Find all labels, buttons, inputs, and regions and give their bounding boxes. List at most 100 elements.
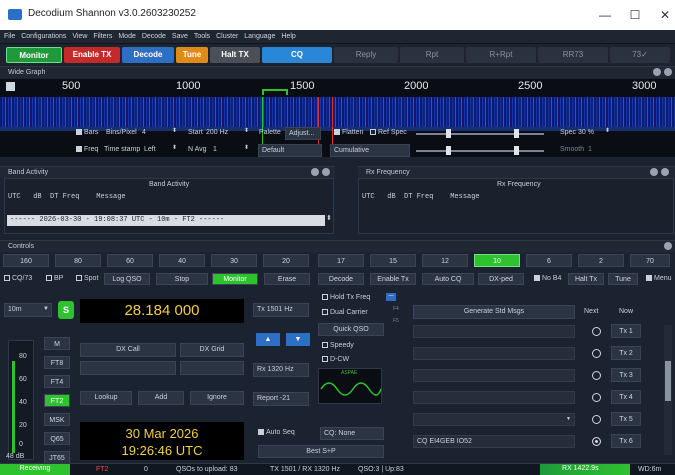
maximize-button[interactable]: ☐ xyxy=(620,5,650,25)
bp-checkbox[interactable]: BP xyxy=(46,275,63,282)
navg-value[interactable]: 1 xyxy=(213,146,217,153)
band-10-button[interactable]: 10 xyxy=(474,254,520,267)
close-panel-icon[interactable] xyxy=(661,168,669,176)
spot-checkbox[interactable]: Spot xyxy=(76,275,98,282)
tx5-message-select[interactable]: ▼ xyxy=(413,413,575,426)
spin-icon[interactable]: ⬍ xyxy=(244,144,249,151)
adjust-button[interactable]: Adjust... xyxy=(285,127,321,140)
cq-select[interactable]: CQ: None xyxy=(320,427,384,440)
decode-toggle-button[interactable]: Decode xyxy=(318,273,364,285)
enable-tx-button[interactable]: Enable TX xyxy=(64,47,120,63)
scroll-icon[interactable]: ⬍ xyxy=(326,214,332,222)
settings-icon[interactable] xyxy=(653,68,661,76)
smooth-value[interactable]: 1 xyxy=(588,146,592,153)
rpt-button[interactable]: Rpt xyxy=(400,47,464,63)
hold-tx-freq-checkbox[interactable]: Hold Tx Freq xyxy=(322,294,370,301)
generate-std-msgs-button[interactable]: Generate Std Msgs xyxy=(413,305,575,319)
enable-tx-toggle-button[interactable]: Enable Tx xyxy=(370,273,416,285)
tx1-next-radio[interactable] xyxy=(592,327,601,336)
dial-frequency-display[interactable]: 28.184 000 xyxy=(80,299,244,323)
tx2-now-button[interactable]: Tx 2 xyxy=(611,346,641,360)
menu-decode[interactable]: Decode xyxy=(142,30,166,43)
settings-icon[interactable] xyxy=(311,168,319,176)
start-value[interactable]: 200 Hz xyxy=(206,129,228,136)
add-button[interactable]: Add xyxy=(138,391,184,405)
menu-save[interactable]: Save xyxy=(172,30,188,43)
rr73-button[interactable]: RR73 xyxy=(538,47,608,63)
tx3-next-radio[interactable] xyxy=(592,371,601,380)
expand-icon[interactable] xyxy=(664,242,672,250)
dcw-checkbox[interactable]: D-CW xyxy=(322,356,349,363)
dx-call-input[interactable] xyxy=(80,361,176,375)
tx5-now-button[interactable]: Tx 5 xyxy=(611,412,641,426)
band-40-button[interactable]: 40 xyxy=(159,254,205,267)
reply-button[interactable]: Reply xyxy=(334,47,398,63)
rx-frequency-spinbox[interactable]: Rx 1320 Hz xyxy=(253,363,309,377)
log-qso-button[interactable]: Log QSO xyxy=(104,273,150,285)
no-b4-checkbox[interactable]: No B4 xyxy=(534,275,561,282)
timestamp-select[interactable]: Left xyxy=(144,146,156,153)
band-2-button[interactable]: 2 xyxy=(578,254,624,267)
tx4-next-radio[interactable] xyxy=(592,393,601,402)
band-6-button[interactable]: 6 xyxy=(526,254,572,267)
mode-ft8-button[interactable]: FT8 xyxy=(44,356,70,369)
erase-button[interactable]: Erase xyxy=(264,273,310,285)
minimize-icon[interactable]: — xyxy=(386,293,396,301)
bins-value[interactable]: 4 xyxy=(142,129,146,136)
tx1-message-input[interactable] xyxy=(413,325,575,338)
band-30-button[interactable]: 30 xyxy=(211,254,257,267)
s73-button[interactable]: 73✓ xyxy=(610,47,670,63)
tx-frequency-spinbox[interactable]: Tx 1501 Hz xyxy=(253,303,309,317)
mode-msk-button[interactable]: MSK xyxy=(44,413,70,426)
bars-checkbox[interactable]: Bars xyxy=(76,129,98,136)
ruler-handle-icon[interactable] xyxy=(6,82,15,91)
band-20-button[interactable]: 20 xyxy=(263,254,309,267)
ref-spec-checkbox[interactable]: Ref Spec xyxy=(370,129,407,136)
quick-qso-button[interactable]: Quick QSO xyxy=(318,323,384,336)
tx6-message-input[interactable]: CQ EI4GEB IO52 xyxy=(413,435,575,448)
palette-select[interactable]: Default xyxy=(258,144,322,157)
mode-ft2-button[interactable]: FT2 xyxy=(44,394,70,407)
monitor-button[interactable]: Monitor xyxy=(6,47,62,63)
band-15-button[interactable]: 15 xyxy=(370,254,416,267)
spin-icon[interactable]: ⬍ xyxy=(172,144,177,151)
mode-m-button[interactable]: M xyxy=(44,337,70,350)
controls-scrollbar[interactable] xyxy=(664,325,672,455)
stop-button[interactable]: Stop xyxy=(156,273,208,285)
freq-checkbox[interactable]: Freq xyxy=(76,146,98,153)
auto-cq-button[interactable]: Auto CQ xyxy=(422,273,474,285)
decode-button[interactable]: Decode xyxy=(122,47,174,63)
band-17-button[interactable]: 17 xyxy=(318,254,364,267)
tune-small-button[interactable]: Tune xyxy=(608,273,638,285)
close-panel-icon[interactable] xyxy=(322,168,330,176)
close-panel-icon[interactable] xyxy=(664,68,672,76)
flatten-checkbox[interactable]: Flatten xyxy=(334,129,363,136)
tx4-now-button[interactable]: Tx 4 xyxy=(611,390,641,404)
cq73-checkbox[interactable]: CQ/73 xyxy=(4,275,32,282)
gain-slider[interactable] xyxy=(416,129,544,138)
mode-q65-button[interactable]: Q65 xyxy=(44,432,70,445)
tx-down-arrow-icon[interactable]: ▼ xyxy=(286,333,310,346)
report-spinbox[interactable]: Report -21 xyxy=(253,392,309,406)
r-rpt-button[interactable]: R+Rpt xyxy=(466,47,536,63)
best-sp-button[interactable]: Best S+P xyxy=(258,445,384,458)
cq-button[interactable]: CQ xyxy=(262,47,332,63)
lookup-button[interactable]: Lookup xyxy=(80,391,132,405)
auto-seq-checkbox[interactable]: Auto Seq xyxy=(258,429,295,436)
tx6-now-button[interactable]: Tx 6 xyxy=(611,434,641,448)
band-12-button[interactable]: 12 xyxy=(422,254,468,267)
tx2-next-radio[interactable] xyxy=(592,349,601,358)
menu-view[interactable]: View xyxy=(72,30,87,43)
band-70-button[interactable]: 70 xyxy=(630,254,670,267)
dx-ped-button[interactable]: DX-ped xyxy=(478,273,524,285)
menu-tools[interactable]: Tools xyxy=(194,30,210,43)
s-button[interactable]: S xyxy=(58,301,74,319)
spin-icon[interactable]: ⬍ xyxy=(244,127,249,134)
spectrum-type-select[interactable]: Cumulative xyxy=(330,144,410,157)
menu-configurations[interactable]: Configurations xyxy=(21,30,66,43)
tx5-next-radio[interactable] xyxy=(592,415,601,424)
minimize-button[interactable]: — xyxy=(590,5,620,25)
menu-filters[interactable]: Filters xyxy=(93,30,112,43)
scrollbar-thumb[interactable] xyxy=(665,361,671,401)
band-activity-table[interactable]: Band Activity UTC dB DT Freq Message ---… xyxy=(4,178,334,234)
